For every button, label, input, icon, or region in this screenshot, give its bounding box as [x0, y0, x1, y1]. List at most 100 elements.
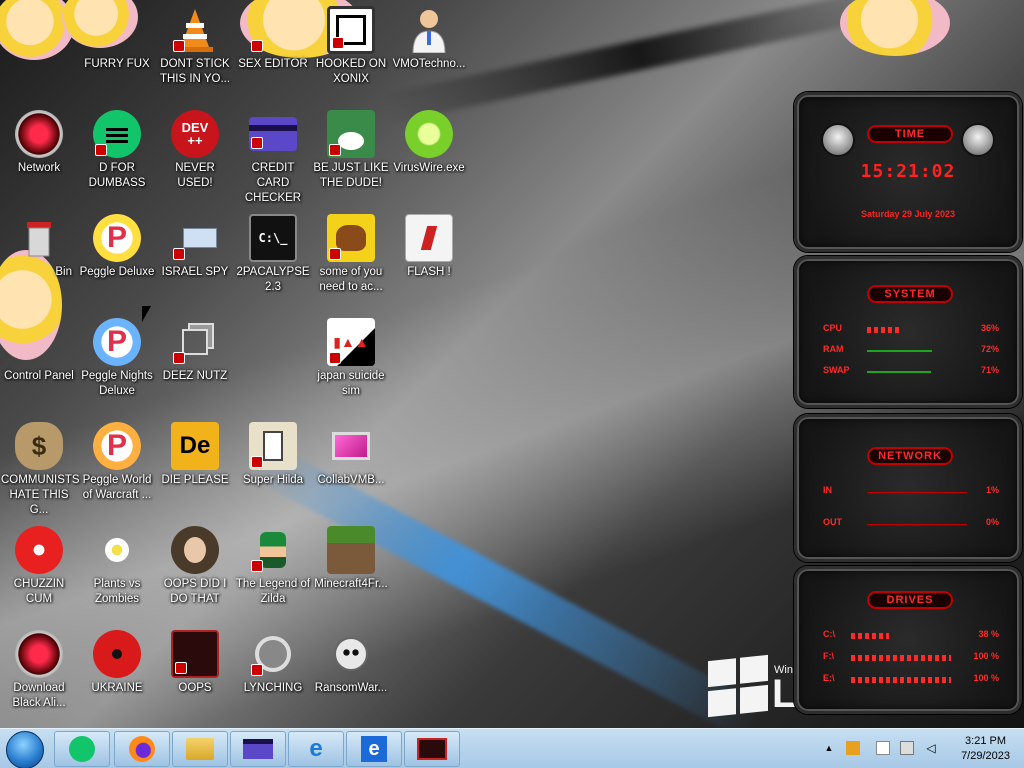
windows-logo [708, 654, 768, 718]
desktop-icon-peggle-deluxe[interactable]: P Peggle Deluxe [78, 214, 156, 280]
icon-label: FURRY FUX [84, 58, 150, 70]
icon-label: The Legend of Zilda [235, 578, 311, 605]
icon-label: 2PACALYPSE 2.3 [236, 266, 310, 293]
peggle-icon: P [93, 214, 141, 262]
desktop-icon-network[interactable]: Network [0, 110, 78, 176]
volume-icon[interactable]: ◁ [924, 741, 938, 755]
desktop-icon-oops[interactable]: OOPS [156, 630, 234, 696]
network-out-row: OUT 0% [823, 517, 999, 531]
desktop-icon-recycle-bin[interactable]: Bin [0, 214, 78, 280]
desktop-icon-dont-stick[interactable]: DONT STICK THIS IN YO... [156, 6, 234, 87]
desktop-icon-never-used[interactable]: DEV ++ NEVER USED! [156, 110, 234, 191]
internet-explorer-icon: e [361, 736, 387, 762]
desktop-icon-plants-vs-zombies[interactable]: Plants vs Zombies [78, 526, 156, 607]
desktop-icon-ransomware[interactable]: RansomWar... [312, 630, 390, 696]
network-out-value: 0% [985, 517, 999, 527]
taskbar-chat-app[interactable] [54, 731, 110, 767]
icon-label: SEX EDITOR [238, 58, 308, 70]
taskbar-ie[interactable]: e [288, 731, 344, 767]
icon-label: Peggle World of Warcraft ... [82, 474, 152, 501]
peggle-wow-icon: P [93, 422, 141, 470]
icon-label: Peggle Nights Deluxe [81, 370, 153, 397]
network-in-value: 1% [985, 485, 999, 495]
show-hidden-icons-arrow[interactable]: ▲ [822, 741, 836, 755]
network-status-icon[interactable] [900, 741, 914, 755]
japan-sim-icon: ▮▲▲ [327, 318, 375, 366]
desktop-icon-lynching[interactable]: LYNCHING [234, 630, 312, 696]
desktop-icon-some-of-you[interactable]: some of you need to ac... [312, 214, 390, 295]
desktop-icon-deez-nutz[interactable]: DEEZ NUTZ [156, 318, 234, 384]
tray-clock[interactable]: 3:21 PM 7/29/2023 [961, 734, 1010, 764]
desktop-icon-furry-fux[interactable]: FURRY FUX [78, 6, 156, 72]
drive-c-row: C:\ 38 % [823, 629, 999, 643]
desktop-icon-hooked-on-xonix[interactable]: HOOKED ON XONIX [312, 6, 390, 87]
peggle-nights-icon: P [93, 318, 141, 366]
desktop-icon-israel-spy[interactable]: ISRAEL SPY [156, 214, 234, 280]
desktop-icon-peggle-nights[interactable]: P Peggle Nights Deluxe [78, 318, 156, 399]
taskbar-red-app[interactable] [404, 731, 460, 767]
ram-row: RAM 72% [823, 344, 999, 358]
icon-label: DIE PLEASE [161, 474, 229, 486]
furry-fux-icon [93, 6, 141, 54]
tray-app-icon[interactable] [846, 741, 860, 755]
start-button[interactable] [6, 731, 44, 768]
stacked-windows-icon [171, 318, 219, 366]
tray-clock-time: 3:21 PM [965, 735, 1007, 747]
desktop-icon-legend-of-zilda[interactable]: The Legend of Zilda [234, 526, 312, 607]
desktop-icon-peggle-wow[interactable]: P Peggle World of Warcraft ... [78, 422, 156, 503]
action-center-flag-icon[interactable] [876, 741, 890, 755]
firefox-icon [129, 736, 155, 762]
network-in-label: IN [823, 485, 832, 495]
desktop-icon-chuzzin-cum[interactable]: CHUZZIN CUM [0, 526, 78, 607]
taskbar-ie-2[interactable]: e [346, 731, 402, 767]
swap-row: SWAP 71% [823, 365, 999, 379]
flash-file-icon [405, 214, 453, 262]
desktop-icon-ukraine[interactable]: UKRAINE [78, 630, 156, 696]
icon-label: HOOKED ON XONIX [315, 58, 387, 85]
desktop-icon-vmotechno[interactable]: VMOTechno... [390, 6, 468, 72]
desktop-icon-viruswire[interactable]: VirusWire.exe [390, 110, 468, 176]
desktop-icon-d-for-dumbass[interactable]: D FOR DUMBASS [78, 110, 156, 191]
icon-label: Peggle Deluxe [79, 266, 155, 278]
icon-label: DONT STICK THIS IN YO... [159, 58, 231, 85]
desktop-icon-communists[interactable]: $ COMMUNISTS HATE THIS G... [0, 422, 80, 518]
desktop-icon-japan-suicide-sim[interactable]: ▮▲▲ japan suicide sim [312, 318, 390, 399]
desktop-icon-download-black-ali[interactable]: Download Black Ali... [0, 630, 78, 711]
dark-box-icon [171, 630, 219, 678]
desktop-icon-2pacalypse[interactable]: C:\_ 2PACALYPSE 2.3 [234, 214, 312, 295]
taskbar-credit-card[interactable] [230, 731, 286, 767]
portrait-icon [171, 526, 219, 574]
icon-label: some of you need to ac... [319, 266, 383, 293]
desktop-icon-control-panel[interactable]: Control Panel [0, 318, 78, 384]
drive-f-value: 100 % [973, 651, 999, 661]
desktop-icon-flash[interactable]: FLASH ! [390, 214, 468, 280]
emblem-icon [249, 630, 297, 678]
desktop-icon-be-just-like-the-dude[interactable]: BE JUST LIKE THE DUDE! [312, 110, 390, 191]
desktop-icon-collabvm[interactable]: CollabVMB... [312, 422, 390, 488]
system-widget-title: SYSTEM [867, 285, 953, 303]
drive-f-bar [851, 655, 951, 661]
desktop-icon-minecraft[interactable]: Minecraft4Fr... [312, 526, 390, 592]
network-widget-title: NETWORK [867, 447, 953, 465]
santa-gnome-icon [327, 110, 375, 158]
icon-label: OOPS DID I DO THAT [163, 578, 227, 605]
drive-c-bar [851, 633, 889, 639]
desktop-icon-credit-card-checker[interactable]: CREDIT CARD CHECKER [234, 110, 312, 206]
desktop-icon-die-please[interactable]: De DIE PLEASE [156, 422, 234, 488]
desktop-icon-oops-did-i-do-that[interactable]: OOPS DID I DO THAT [156, 526, 234, 607]
taskbar-explorer[interactable] [172, 731, 228, 767]
network-out-label: OUT [823, 517, 842, 527]
mouse-cursor [142, 306, 151, 322]
desktop-icon-sex-editor[interactable]: SEX EDITOR [234, 6, 312, 72]
icon-label: LYNCHING [243, 682, 303, 694]
icon-label: OOPS [178, 682, 212, 694]
icon-label: Super Hilda [242, 474, 304, 486]
icon-label: Plants vs Zombies [93, 578, 141, 605]
desktop-icon-super-hilda[interactable]: Super Hilda [234, 422, 312, 488]
icon-label: COMMUNISTS HATE THIS G... [1, 474, 80, 516]
radiation-icon [93, 630, 141, 678]
credit-card-icon [243, 739, 273, 759]
taskbar-firefox[interactable] [114, 731, 170, 767]
alien-head-icon [961, 123, 995, 157]
ram-value: 72% [980, 344, 999, 354]
